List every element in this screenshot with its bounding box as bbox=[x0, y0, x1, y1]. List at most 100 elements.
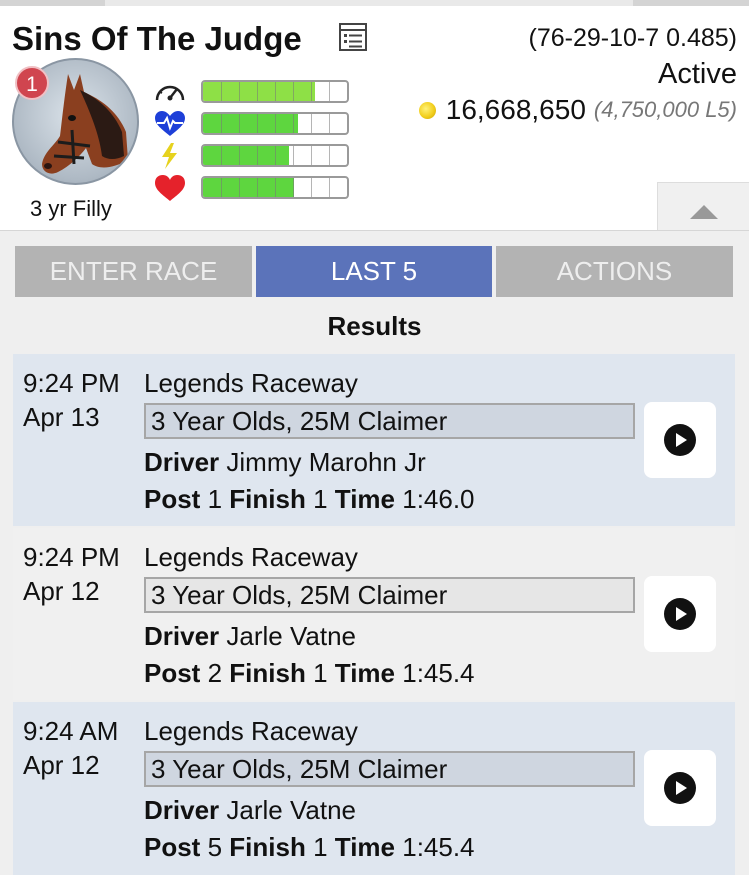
finish-label: Finish bbox=[229, 832, 306, 862]
finish-value: 1 bbox=[313, 658, 328, 688]
finish-value: 1 bbox=[313, 832, 328, 862]
bar-fill bbox=[203, 178, 294, 197]
bar-segment-divider bbox=[329, 146, 330, 165]
bar-segment-divider bbox=[275, 82, 276, 101]
chevron-up-icon bbox=[690, 205, 718, 219]
age-sex: 3 yr Filly bbox=[30, 196, 112, 221]
bar-segment-divider bbox=[221, 114, 222, 133]
stat-bar bbox=[201, 112, 349, 135]
time-label: Time bbox=[334, 484, 395, 514]
bar-segment-divider bbox=[293, 178, 294, 197]
result-stats-line: Post 2 Finish 1 Time 1:45.4 bbox=[144, 656, 475, 690]
replay-button[interactable] bbox=[644, 750, 716, 826]
bar-segment-divider bbox=[293, 146, 294, 165]
bar-segment-divider bbox=[293, 114, 294, 133]
stat-bar bbox=[201, 176, 349, 199]
bar-segment-divider bbox=[257, 178, 258, 197]
replay-button[interactable] bbox=[644, 402, 716, 478]
bar-segment-divider bbox=[311, 146, 312, 165]
finish-value: 1 bbox=[313, 484, 328, 514]
stat-health bbox=[153, 175, 349, 201]
post-label: Post bbox=[144, 484, 201, 514]
driver-label: Driver bbox=[144, 795, 220, 825]
horse-name: Sins Of The Judge bbox=[12, 20, 302, 57]
collapse-button[interactable] bbox=[657, 182, 749, 236]
results-title: Results bbox=[327, 311, 422, 341]
play-icon bbox=[664, 424, 696, 456]
bar-segment-divider bbox=[239, 178, 240, 197]
bar-segment-divider bbox=[329, 82, 330, 101]
result-time: 9:24 PM bbox=[23, 368, 120, 398]
finish-label: Finish bbox=[229, 484, 306, 514]
time-label: Time bbox=[334, 832, 395, 862]
bar-segment-divider bbox=[275, 114, 276, 133]
driver-label: Driver bbox=[144, 447, 220, 477]
driver-name[interactable]: Jarle Vatne bbox=[226, 795, 356, 825]
earnings-amount: 16,668,650 bbox=[445, 94, 586, 125]
time-value: 1:45.4 bbox=[402, 658, 475, 688]
post-label: Post bbox=[144, 658, 201, 688]
result-date: Apr 13 bbox=[23, 402, 100, 432]
bar-segment-divider bbox=[275, 178, 276, 197]
result-track: Legends Raceway bbox=[144, 716, 358, 746]
bar-segment-divider bbox=[221, 82, 222, 101]
result-time: 9:24 PM bbox=[23, 542, 120, 572]
bar-segment-divider bbox=[257, 146, 258, 165]
finish-label: Finish bbox=[229, 658, 306, 688]
bar-segment-divider bbox=[257, 114, 258, 133]
bar-fill bbox=[203, 82, 316, 101]
bar-segment-divider bbox=[239, 146, 240, 165]
time-label: Time bbox=[334, 658, 395, 688]
result-row: 9:24 PM Apr 13 Legends Raceway 3 Year Ol… bbox=[13, 354, 735, 526]
result-datetime: 9:24 AM Apr 12 bbox=[23, 714, 118, 782]
result-driver-line: Driver Jarle Vatne bbox=[144, 793, 356, 827]
earnings: 16,668,650 (4,750,000 L5) bbox=[418, 94, 737, 126]
bar-segment-divider bbox=[293, 82, 294, 101]
result-row: 9:24 PM Apr 12 Legends Raceway 3 Year Ol… bbox=[13, 528, 735, 700]
stat-energy bbox=[153, 143, 349, 169]
bar-fill bbox=[203, 146, 290, 165]
stat-stamina bbox=[153, 111, 349, 136]
post-label: Post bbox=[144, 832, 201, 862]
bar-segment-divider bbox=[239, 114, 240, 133]
bar-segment-divider bbox=[257, 82, 258, 101]
result-stats-line: Post 5 Finish 1 Time 1:45.4 bbox=[144, 830, 475, 864]
replay-button[interactable] bbox=[644, 576, 716, 652]
horse-status: Active bbox=[658, 58, 737, 90]
driver-name[interactable]: Jarle Vatne bbox=[226, 621, 356, 651]
notes-icon[interactable] bbox=[338, 22, 368, 52]
result-time: 9:24 AM bbox=[23, 716, 119, 746]
bar-segment-divider bbox=[275, 146, 276, 165]
speedometer-icon bbox=[155, 85, 185, 101]
bar-segment-divider bbox=[221, 178, 222, 197]
result-row: 9:24 AM Apr 12 Legends Raceway 3 Year Ol… bbox=[13, 702, 735, 875]
tab-actions[interactable]: ACTIONS bbox=[496, 246, 733, 297]
horse-header: Sins Of The Judge (76-29-10-7 0.485) Act… bbox=[0, 6, 749, 236]
result-condition: 3 Year Olds, 25M Claimer bbox=[144, 751, 635, 787]
heart-icon bbox=[155, 175, 185, 201]
time-value: 1:46.0 bbox=[402, 484, 475, 514]
stat-bar bbox=[201, 80, 349, 103]
tab-enter-race[interactable]: ENTER RACE bbox=[15, 246, 252, 297]
bar-segment-divider bbox=[329, 178, 330, 197]
bar-segment-divider bbox=[239, 82, 240, 101]
race-record: (76-29-10-7 0.485) bbox=[528, 24, 737, 52]
result-datetime: 9:24 PM Apr 12 bbox=[23, 540, 120, 608]
time-value: 1:45.4 bbox=[402, 832, 475, 862]
stat-bar bbox=[201, 144, 349, 167]
play-icon bbox=[664, 772, 696, 804]
result-date: Apr 12 bbox=[23, 576, 100, 606]
post-value: 1 bbox=[207, 484, 223, 514]
tab-last-5[interactable]: LAST 5 bbox=[256, 246, 492, 297]
bar-segment-divider bbox=[221, 146, 222, 165]
heartbeat-icon bbox=[155, 111, 185, 136]
driver-name[interactable]: Jimmy Marohn Jr bbox=[226, 447, 425, 477]
bar-segment-divider bbox=[329, 114, 330, 133]
result-date: Apr 12 bbox=[23, 750, 100, 780]
result-stats-line: Post 1 Finish 1 Time 1:46.0 bbox=[144, 482, 475, 516]
result-driver-line: Driver Jarle Vatne bbox=[144, 619, 356, 653]
result-track: Legends Raceway bbox=[144, 542, 358, 572]
play-icon bbox=[664, 598, 696, 630]
result-datetime: 9:24 PM Apr 13 bbox=[23, 366, 120, 434]
post-value: 5 bbox=[207, 832, 223, 862]
